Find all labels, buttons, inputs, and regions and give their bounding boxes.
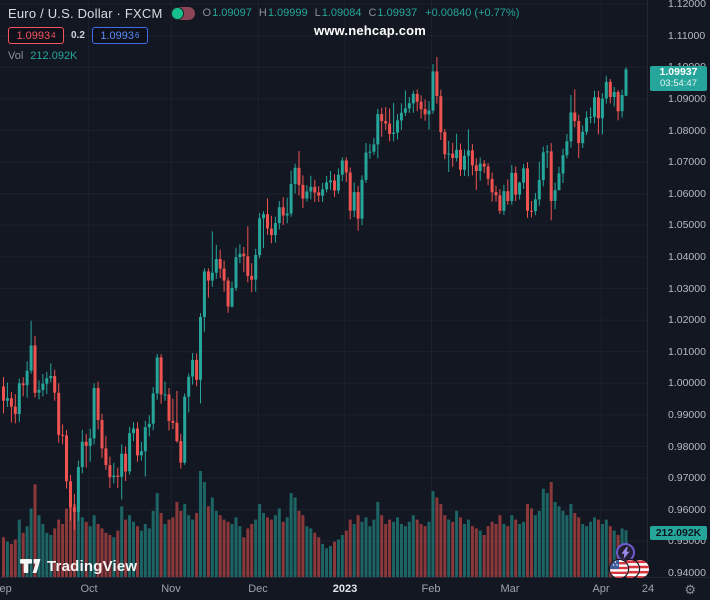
time-tick-label: 24: [641, 583, 655, 595]
ohlc-values: O1.09097 H1.09999 L1.09084 C1.09937: [203, 7, 418, 19]
high-value: 1.09999: [267, 7, 308, 19]
gear-icon[interactable]: ⚙: [684, 582, 696, 598]
bar-countdown: 03:54:47: [660, 78, 697, 89]
time-tick-label: 2023: [332, 583, 358, 595]
price-tick-label: 0.99000: [668, 409, 706, 421]
price-tick-label: 1.11000: [668, 30, 706, 42]
price-tick-label: 1.05000: [668, 219, 706, 231]
tradingview-mark-icon: [20, 559, 41, 573]
time-tick-label: Oct: [80, 583, 98, 595]
price-tick-label: 1.04000: [668, 251, 706, 263]
bid-price-pip: 4: [51, 31, 56, 40]
price-tick-label: 1.12000: [668, 0, 706, 10]
spread-value: 0.2: [71, 30, 85, 41]
last-price-tag: 1.09937 03:54:47: [650, 66, 707, 91]
price-tick-label: 1.00000: [668, 377, 706, 389]
time-tick-label: Nov: [161, 583, 181, 595]
symbol-title[interactable]: Euro / U.S. Dollar · FXCM: [8, 6, 163, 21]
close-label: C: [368, 7, 377, 19]
high-label: H: [258, 7, 267, 19]
low-value: 1.09084: [321, 7, 362, 19]
price-tick-label: 0.97000: [668, 472, 706, 484]
price-tick-label: 1.06000: [668, 188, 706, 200]
open-label: O: [202, 7, 212, 19]
chart-legend: Euro / U.S. Dollar · FXCM O1.09097 H1.09…: [8, 4, 519, 62]
buy-ask-button[interactable]: 1.0993 6: [91, 27, 148, 44]
bid-price: 1.0993: [16, 29, 51, 42]
tradingview-logo-text: TradingView: [47, 558, 138, 575]
market-status-toggle[interactable]: [170, 6, 195, 20]
price-tick-label: 1.01000: [668, 346, 706, 358]
flag-bubbles-icon[interactable]: [606, 557, 650, 580]
last-price-value: 1.09937: [659, 66, 698, 78]
site-watermark: www.nehcap.com: [313, 23, 427, 38]
time-axis[interactable]: ⚙ Sep Oct Nov Dec 2023 Feb Mar Apr 24: [0, 577, 710, 600]
time-tick-label: Feb: [421, 583, 441, 595]
price-tick-label: 1.03000: [668, 283, 706, 295]
candlestick-chart-canvas[interactable]: [0, 0, 647, 578]
price-tick-label: 1.07000: [668, 156, 706, 168]
open-value: 1.09097: [212, 7, 252, 19]
ask-price-pip: 6: [135, 31, 140, 40]
sell-bid-button[interactable]: 1.0993 4: [8, 27, 64, 44]
volume-value: 212.092K: [30, 50, 78, 62]
market-open-dot-icon: [171, 7, 183, 19]
tradingview-logo[interactable]: TradingView: [20, 558, 137, 575]
low-label: L: [314, 7, 321, 19]
time-tick-label: Sep: [0, 583, 12, 595]
change-value: +0.00840 (+0.77%): [425, 7, 520, 19]
time-tick-label: Mar: [500, 583, 520, 595]
time-tick-label: Dec: [248, 583, 268, 595]
volume-axis-tag: 212.092K: [650, 526, 707, 540]
price-tick-label: 0.98000: [668, 441, 706, 453]
volume-label: Vol: [8, 50, 24, 62]
time-tick-label: Apr: [592, 583, 610, 595]
price-tick-label: 0.96000: [668, 504, 706, 516]
price-tick-label: 1.02000: [668, 314, 706, 326]
close-value: 1.09937: [377, 7, 418, 19]
price-tick-label: 1.08000: [668, 125, 706, 137]
price-tick-label: 1.09000: [668, 93, 706, 105]
volume-indicator-row[interactable]: Vol 212.092K: [8, 50, 519, 62]
ask-price: 1.0993: [100, 29, 134, 42]
tradingview-chart-window: www.nehcap.com Euro / U.S. Dollar · FXCM…: [0, 0, 710, 600]
